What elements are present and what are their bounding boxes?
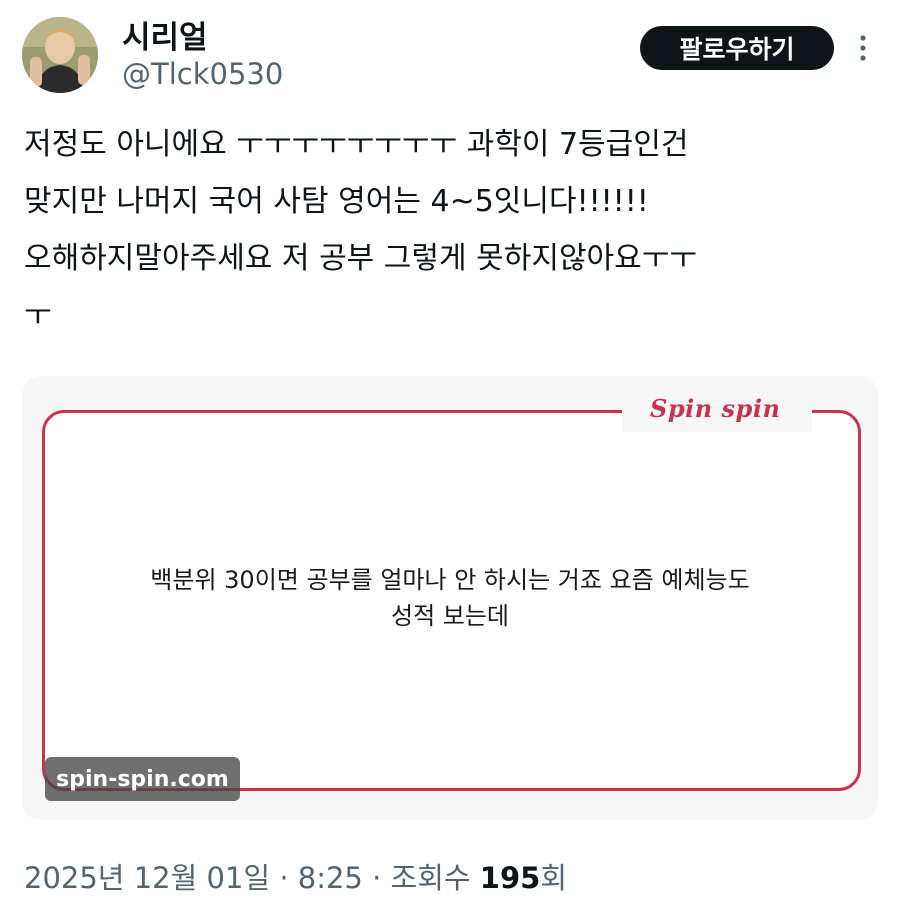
tweet-line: 맞지만 나머지 국어 사탐 영어는 4~5잇니다!!!!!!	[24, 184, 649, 219]
watermark-badge: spin-spin.com	[45, 757, 240, 801]
card-message-line: 성적 보는데	[390, 602, 510, 630]
more-options-icon[interactable]	[851, 30, 875, 66]
meta-separator: ·	[372, 861, 382, 895]
tweet-text: 저정도 아니에요 ㅜㅜㅜㅜㅜㅜㅜㅜ 과학이 7등급인건 맞지만 나머지 국어 사…	[24, 116, 876, 344]
tweet-time[interactable]: 8:25	[298, 861, 363, 895]
views-count: 195	[479, 861, 541, 895]
avatar[interactable]	[22, 17, 98, 93]
brand-logo: Spin spin	[650, 394, 781, 423]
tweet-meta: 2025년 12월 01일 · 8:25 · 조회수 195회	[24, 855, 567, 897]
card-message-line: 백분위 30이면 공부를 얼마나 안 하시는 거죠 요즘 예체능도	[150, 566, 750, 594]
tweet-line: 오해하지말아주세요 저 공부 그렇게 못하지않아요ㅜㅜ	[24, 241, 697, 276]
views-label: 조회수	[390, 861, 471, 895]
user-handle[interactable]: @Tlck0530	[122, 57, 283, 91]
views-suffix: 회	[540, 861, 568, 895]
tweet-date[interactable]: 2025년 12월 01일	[24, 861, 270, 895]
tweet-line: ㅜ	[24, 298, 52, 333]
attached-image-card[interactable]: Spin spin 백분위 30이면 공부를 얼마나 안 하시는 거죠 요즘 예…	[22, 376, 878, 820]
meta-separator: ·	[279, 861, 289, 895]
avatar-image	[22, 17, 98, 93]
tweet-line: 저정도 아니에요 ㅜㅜㅜㅜㅜㅜㅜㅜ 과학이 7등급인건	[24, 127, 689, 162]
display-name[interactable]: 시리얼	[122, 12, 208, 57]
follow-button[interactable]: 팔로우하기	[640, 26, 834, 70]
card-message: 백분위 30이면 공부를 얼마나 안 하시는 거죠 요즘 예체능도 성적 보는데	[62, 562, 838, 634]
